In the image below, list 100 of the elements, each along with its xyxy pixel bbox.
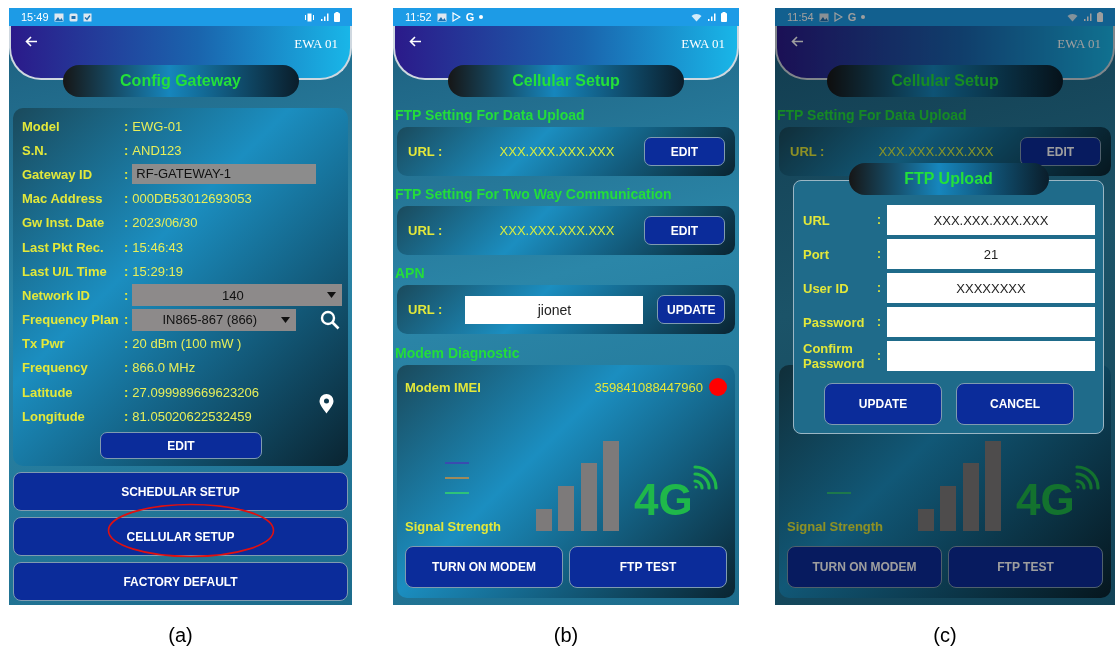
separator: : xyxy=(124,142,129,158)
play-icon xyxy=(451,12,461,22)
field-label: Network ID xyxy=(22,287,91,303)
separator: : xyxy=(124,336,129,352)
field-value: 15:46:43 xyxy=(132,239,183,255)
text-field[interactable]: RF-GATEWAY-1 xyxy=(132,164,317,185)
field-value: XXX.XXX.XXX.XXX xyxy=(877,144,995,159)
battery-icon xyxy=(1097,12,1103,22)
notification-dot-icon xyxy=(861,15,866,19)
field-value: 27.099989669623206 xyxy=(132,384,259,400)
search-icon[interactable] xyxy=(320,309,340,330)
field-label: Last Pkt Rec. xyxy=(22,239,105,255)
field-value: XXX.XXX.XXX.XXX xyxy=(498,144,616,159)
input-field[interactable]: jionet xyxy=(465,295,644,324)
signal-icon xyxy=(320,12,329,22)
input-field[interactable]: XXXXXXXX xyxy=(887,273,1095,303)
field-label: Latitude xyxy=(22,384,74,400)
image-icon xyxy=(436,12,447,22)
dialog-button[interactable]: CANCEL xyxy=(956,383,1074,425)
action-button[interactable]: EDIT xyxy=(1020,137,1101,166)
action-button[interactable]: TURN ON MODEM xyxy=(787,546,942,588)
network-type: 4G xyxy=(1016,478,1075,522)
separator: : xyxy=(124,287,129,303)
dropdown[interactable]: 140 xyxy=(132,284,343,307)
field-value: EWG-01 xyxy=(132,118,183,134)
field-value: 20 dBm (100 mW ) xyxy=(132,336,242,352)
image-icon xyxy=(53,12,64,22)
back-arrow-icon[interactable] xyxy=(791,36,804,47)
wifi-icon xyxy=(691,12,702,22)
checkbox-icon xyxy=(82,12,92,22)
menu-button[interactable]: CELLULAR SETUP xyxy=(13,517,348,557)
field-value: 81.05020622532459 xyxy=(132,408,252,424)
separator: : xyxy=(877,315,882,329)
network-type: 4G xyxy=(634,478,693,522)
image-icon xyxy=(818,12,829,22)
section-heading: FTP Setting For Data Upload xyxy=(395,107,586,123)
separator: : xyxy=(877,213,882,227)
field-value: 2023/06/30 xyxy=(132,215,198,231)
field-label: Confirm Password xyxy=(803,341,866,371)
action-button[interactable]: TURN ON MODEM xyxy=(405,546,563,588)
field-label: URL : xyxy=(408,144,444,159)
field-value: AND123 xyxy=(132,142,182,158)
edit-button[interactable]: EDIT xyxy=(100,432,262,460)
field-label: URL : xyxy=(790,144,826,159)
status-time: 11:54 xyxy=(787,11,814,23)
signal-label: Signal Strength xyxy=(405,519,503,534)
app-letter: G xyxy=(465,11,475,23)
input-field[interactable] xyxy=(887,307,1095,337)
dropdown[interactable]: IN865-867 (866) xyxy=(132,308,297,331)
play-icon xyxy=(833,12,843,22)
signal-waves-icon xyxy=(692,464,719,490)
menu-button[interactable]: SCHEDULAR SETUP xyxy=(13,472,348,512)
action-button[interactable]: FTP TEST xyxy=(569,546,727,588)
menu-button[interactable]: FACTORY DEFAULT xyxy=(13,562,348,602)
separator: : xyxy=(124,166,129,182)
screen-title: Cellular Setup xyxy=(827,65,1063,97)
field-label: Mac Address xyxy=(22,191,104,207)
separator: : xyxy=(124,118,129,134)
status-time: 11:52 xyxy=(405,11,432,23)
field-label: Frequency Plan xyxy=(22,312,120,328)
section-heading: FTP Setting For Data Upload xyxy=(777,107,968,123)
action-button[interactable]: EDIT xyxy=(644,137,725,166)
section-heading: APN xyxy=(395,265,426,281)
signal-waves-icon xyxy=(1074,464,1101,490)
separator: : xyxy=(124,263,129,279)
field-value: 000DB53012693053 xyxy=(132,191,252,207)
caret-icon xyxy=(327,292,337,299)
separator: : xyxy=(877,247,882,261)
sim-card-icon xyxy=(68,12,78,22)
imei-number: 359841088447960 xyxy=(594,379,703,395)
section-heading: FTP Setting For Two Way Communication xyxy=(395,186,673,202)
battery-icon xyxy=(334,12,340,22)
back-arrow-icon[interactable] xyxy=(409,36,422,47)
caret-icon xyxy=(281,316,291,323)
app-letter: G xyxy=(847,11,857,23)
input-field[interactable] xyxy=(887,341,1095,371)
separator: : xyxy=(877,349,882,363)
back-arrow-icon[interactable] xyxy=(25,36,38,47)
field-label: Modem IMEI xyxy=(405,379,482,395)
field-label: S.N. xyxy=(22,142,49,158)
field-value: XXX.XXX.XXX.XXX xyxy=(498,223,616,238)
separator: : xyxy=(877,281,882,295)
location-pin-icon[interactable] xyxy=(319,394,334,415)
device-name: EWA 01 xyxy=(294,36,338,52)
vibrate-icon xyxy=(304,12,315,22)
action-button[interactable]: EDIT xyxy=(644,216,725,245)
status-time: 15:49 xyxy=(21,11,49,23)
signal-icon xyxy=(1083,12,1092,22)
field-label: Gateway ID xyxy=(22,166,94,182)
field-label: Port xyxy=(803,246,830,262)
device-name: EWA 01 xyxy=(681,36,725,52)
input-field[interactable]: 21 xyxy=(887,239,1095,269)
action-button[interactable]: FTP TEST xyxy=(948,546,1103,588)
dialog-button[interactable]: UPDATE xyxy=(824,383,942,425)
field-label: Tx Pwr xyxy=(22,336,66,352)
input-field[interactable]: XXX.XXX.XXX.XXX xyxy=(887,205,1095,235)
field-value: 15:29:19 xyxy=(132,263,183,279)
action-button[interactable]: UPDATE xyxy=(657,295,725,324)
figure-caption: (b) xyxy=(553,624,579,647)
field-label: Frequency xyxy=(22,360,89,376)
